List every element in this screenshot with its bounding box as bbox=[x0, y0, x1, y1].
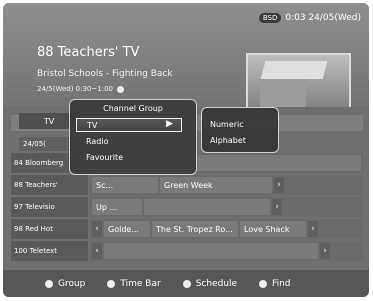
program-cell[interactable]: The St. Tropez Ro... bbox=[152, 221, 238, 237]
program-time: 24/5(Wed) 0:30~1:00 bbox=[37, 85, 113, 93]
program-cell[interactable]: Sc... bbox=[92, 177, 158, 193]
channel-row[interactable]: 100 Teletext ‹ › bbox=[11, 241, 363, 261]
tv-frame: BSD 0:03 24/05(Wed) 88 Teachers' TV Bris… bbox=[3, 3, 369, 297]
program-time-row: 24/5(Wed) 0:30~1:00 bbox=[37, 85, 124, 93]
program-strip: ‹ Golde... The St. Tropez Ro... Love Sha… bbox=[90, 219, 363, 239]
program-info-panel: BSD 0:03 24/05(Wed) 88 Teachers' TV Bris… bbox=[3, 3, 369, 117]
program-title: Bristol Schools - Fighting Back bbox=[37, 69, 173, 79]
submenu-item-alphabet[interactable]: Alphabet bbox=[210, 136, 246, 145]
time-area: BSD 0:03 24/05(Wed) bbox=[258, 13, 361, 23]
program-cell[interactable]: Up ... bbox=[92, 199, 142, 215]
program-strip: Sc... Green Week › bbox=[90, 175, 363, 195]
group-label: Group bbox=[58, 278, 86, 289]
group-button[interactable]: Group bbox=[45, 279, 85, 289]
program-cell[interactable] bbox=[104, 243, 318, 259]
channel-title: 88 Teachers' TV bbox=[37, 45, 140, 60]
program-strip: Up ... › bbox=[90, 197, 363, 217]
more-right-icon: › bbox=[308, 221, 318, 237]
menu-item-label: TV bbox=[87, 120, 98, 130]
program-cell[interactable]: Love Shack bbox=[240, 221, 306, 237]
channel-label: 97 Televisio bbox=[11, 197, 88, 217]
more-right-icon: › bbox=[320, 243, 330, 259]
more-left-icon: ‹ bbox=[92, 221, 102, 237]
yellow-key-icon bbox=[182, 279, 191, 288]
menu-item-favourite[interactable]: Favourite bbox=[76, 150, 182, 164]
program-cell[interactable]: Golde... bbox=[104, 221, 150, 237]
blue-key-icon bbox=[259, 279, 268, 288]
channel-group-menu: Channel Group TV ▶ Radio Favourite bbox=[69, 99, 197, 175]
status-badge: BSD bbox=[258, 13, 282, 23]
sort-submenu: Numeric Alphabet bbox=[201, 107, 279, 153]
program-strip: ‹ › bbox=[90, 241, 363, 261]
footer-bar: Group Time Bar Schedule Find bbox=[3, 270, 369, 297]
menu-item-label: Radio bbox=[86, 136, 109, 146]
program-cell[interactable] bbox=[189, 155, 361, 171]
channel-row[interactable]: 98 Red Hot ‹ Golde... The St. Tropez Ro.… bbox=[11, 219, 363, 239]
channel-row[interactable]: 97 Televisio Up ... › bbox=[11, 197, 363, 217]
menu-title: Channel Group bbox=[103, 104, 163, 113]
schedule-label: Schedule bbox=[195, 278, 238, 289]
epg-screen: BSD 0:03 24/05(Wed) 88 Teachers' TV Bris… bbox=[0, 0, 373, 301]
channel-label: 98 Red Hot bbox=[11, 219, 88, 239]
find-button[interactable]: Find bbox=[259, 278, 291, 289]
time-bar-label: Time Bar bbox=[120, 278, 161, 289]
clock-text: 0:03 24/05(Wed) bbox=[285, 13, 361, 23]
submenu-item-numeric[interactable]: Numeric bbox=[210, 120, 244, 129]
menu-item-label: Favourite bbox=[86, 152, 124, 162]
chevron-right-icon: ▶ bbox=[166, 119, 173, 129]
more-left-icon: ‹ bbox=[92, 243, 102, 259]
more-right-icon: › bbox=[274, 177, 284, 193]
menu-item-tv[interactable]: TV ▶ bbox=[76, 118, 182, 132]
channel-row[interactable]: 88 Teachers' Sc... Green Week › bbox=[11, 175, 363, 195]
info-icon bbox=[116, 85, 124, 93]
program-cell[interactable] bbox=[144, 199, 270, 215]
green-key-icon bbox=[107, 279, 116, 288]
channel-label: 88 Teachers' bbox=[11, 175, 88, 195]
program-cell[interactable]: Green Week bbox=[160, 177, 272, 193]
preview-building bbox=[260, 79, 306, 109]
channel-label: 100 Teletext bbox=[11, 241, 88, 261]
schedule-button[interactable]: Schedule bbox=[182, 278, 238, 289]
preview-roof bbox=[260, 61, 328, 79]
menu-item-radio[interactable]: Radio bbox=[76, 134, 182, 148]
more-right-icon: › bbox=[272, 199, 282, 215]
time-bar-button[interactable]: Time Bar bbox=[107, 278, 161, 289]
red-key-icon bbox=[45, 279, 53, 288]
find-label: Find bbox=[272, 278, 291, 289]
